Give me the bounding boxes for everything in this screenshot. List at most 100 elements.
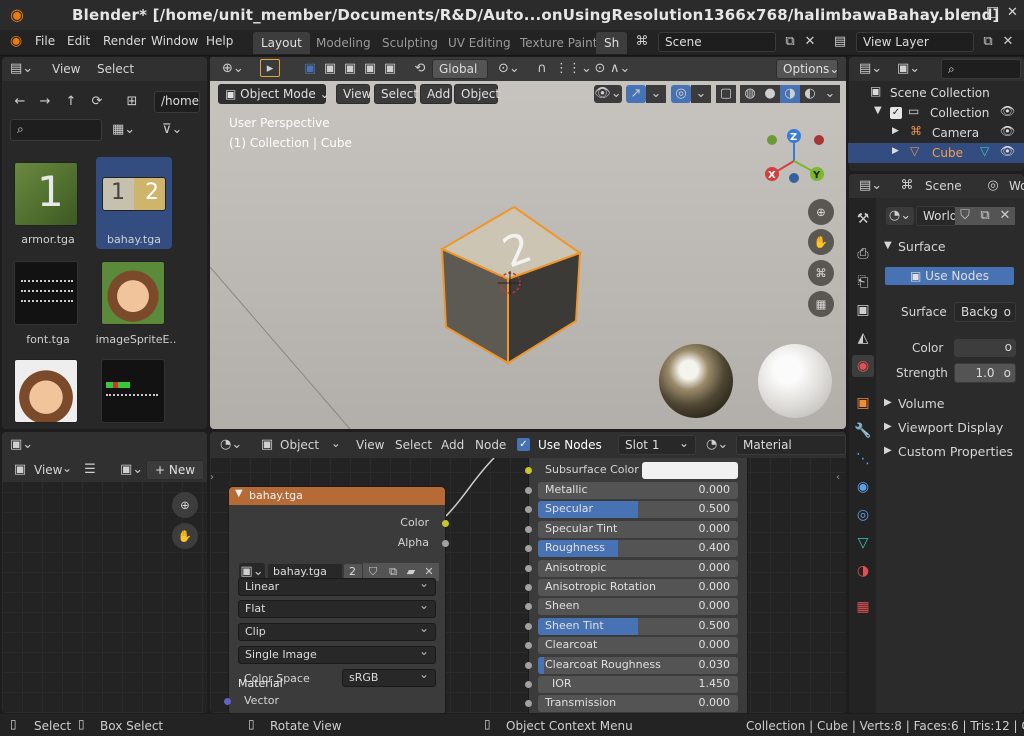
path-field[interactable]: /home/ xyxy=(154,91,200,113)
menu-render[interactable]: Render xyxy=(103,34,146,48)
new-scene-icon[interactable]: ⧉ xyxy=(780,33,800,51)
gizmo-dropdown-icon[interactable]: ⌄ xyxy=(646,85,666,103)
viewport-menu-select[interactable]: Select xyxy=(374,84,418,104)
transform-orientation-dropdown[interactable]: Global xyxy=(432,59,488,79)
bsdf-property-row[interactable]: Sheen Tint 0.500 xyxy=(538,617,738,635)
shading-wireframe-icon[interactable]: ◍ xyxy=(740,85,760,103)
node-menu-node[interactable]: Node xyxy=(475,438,506,452)
collapse-toolbar-icon[interactable]: › xyxy=(210,472,214,483)
input-socket[interactable] xyxy=(525,622,532,630)
texture-tab-icon[interactable]: ▦ xyxy=(852,596,874,618)
slot-dropdown[interactable]: Slot 1 ⌄ xyxy=(618,435,696,455)
minimize-button[interactable]: − xyxy=(964,5,976,21)
viewport-menu-object[interactable]: Object xyxy=(454,84,500,104)
input-socket[interactable] xyxy=(525,661,532,669)
shading-material-icon[interactable]: ◑ xyxy=(780,85,800,103)
new-folder-icon[interactable]: ⊞ xyxy=(122,93,142,111)
node-menu-add[interactable]: Add xyxy=(441,438,464,452)
view-layer-field[interactable]: View Layer xyxy=(856,32,974,52)
viewport-menu-view[interactable]: View xyxy=(336,84,371,104)
scene-icon[interactable]: ⌘ xyxy=(632,33,652,51)
chevron-right-icon[interactable]: ▶ xyxy=(884,445,892,456)
tab-uv-editing[interactable]: UV Editing xyxy=(440,32,519,54)
subsurface-color-socket[interactable] xyxy=(525,467,532,474)
output-alpha-socket[interactable] xyxy=(442,540,449,547)
view-layer-tab-icon[interactable]: ▣ xyxy=(852,299,874,321)
snap-icon[interactable]: ∩ xyxy=(532,60,552,78)
zoom-icon[interactable]: ⊕ xyxy=(808,199,834,225)
expand-icon[interactable]: ▼ xyxy=(874,105,882,116)
object-data-tab-icon[interactable]: ▽ xyxy=(852,532,874,554)
projection-dropdown[interactable]: Flat xyxy=(238,598,436,618)
volume-panel-header[interactable]: Volume xyxy=(898,396,945,411)
viewport-menu-add[interactable]: Add xyxy=(420,84,452,104)
world-name-field[interactable]: World xyxy=(916,206,956,226)
constraints-tab-icon[interactable]: ◎ xyxy=(852,504,874,526)
select-tool-icon[interactable]: ▸ xyxy=(260,59,280,77)
proportional-edit-icon[interactable]: ⊙ xyxy=(590,60,610,78)
scene-tab-icon[interactable]: ◭ xyxy=(852,327,874,349)
gizmo-toggle-icon[interactable]: ↗ xyxy=(626,85,646,103)
overlay-dropdown-icon[interactable]: ⌄ xyxy=(691,85,711,103)
viewport-display-panel-header[interactable]: Viewport Display xyxy=(898,420,1003,435)
outliner-row-scene-collection[interactable]: ▣ Scene Collection xyxy=(848,83,1024,103)
chevron-down-icon[interactable]: ⌄ xyxy=(62,461,72,475)
input-socket[interactable] xyxy=(525,487,532,494)
extension-dropdown[interactable]: Clip xyxy=(238,621,436,641)
options-button[interactable]: Options⌄ xyxy=(776,59,839,79)
surface-shader-field[interactable]: Backg o xyxy=(954,302,1016,322)
world-tab-icon[interactable]: ◉ xyxy=(852,355,874,377)
eye-icon[interactable]: 👁 xyxy=(1000,104,1015,118)
color-space-dropdown[interactable]: sRGB xyxy=(342,667,436,687)
collapse-sidebar-icon[interactable]: ‹ xyxy=(836,472,840,483)
bsdf-property-row[interactable]: Transmission 0.000 xyxy=(538,695,738,713)
outliner-search-input[interactable]: ⌕ xyxy=(941,59,1021,79)
material-name-field[interactable]: Material xyxy=(736,435,846,455)
chevron-right-icon[interactable]: ▶ xyxy=(884,397,892,408)
view-layer-icon[interactable]: ▤ xyxy=(830,33,850,51)
select-intersect-icon[interactable]: ▣ xyxy=(380,60,400,78)
interpolation-dropdown[interactable]: Linear xyxy=(238,576,436,596)
new-view-layer-icon[interactable]: ⧉ xyxy=(978,33,998,51)
render-tab-icon[interactable]: ⎙ xyxy=(852,243,874,265)
chevron-right-icon[interactable]: ▶ xyxy=(884,421,892,432)
menu-edit[interactable]: Edit xyxy=(67,34,90,48)
list-item[interactable]: imageSpriteE.. xyxy=(94,257,176,349)
use-nodes-button[interactable]: ▣ Use Nodes xyxy=(884,266,1015,286)
material-tab-icon[interactable]: ◑ xyxy=(852,560,874,582)
mode-dropdown[interactable]: ▣ Object Mode ⌄ xyxy=(218,84,330,104)
bsdf-property-row[interactable]: Sheen 0.000 xyxy=(538,598,738,616)
output-tab-icon[interactable]: ⎗ xyxy=(852,271,874,293)
outliner-row-cube[interactable]: ▶ ▽ Cube ▽ 👁 xyxy=(848,143,1024,163)
shader-node-editor[interactable]: ◔⌄ ▣ Object ⌄ View Select Add Node ✓ Use… xyxy=(210,432,846,713)
file-menu-select[interactable]: Select xyxy=(97,62,134,76)
tab-layout[interactable]: Layout xyxy=(253,32,310,54)
visibility-icon[interactable]: 👁⌄ xyxy=(594,85,622,103)
shading-dropdown-icon[interactable]: ⌄ xyxy=(820,85,840,103)
close-button[interactable]: ✕ xyxy=(1007,5,1018,20)
maximize-button[interactable]: □ xyxy=(986,4,999,20)
refresh-icon[interactable]: ⟳ xyxy=(87,93,107,111)
eye-icon[interactable]: 👁 xyxy=(1000,124,1015,138)
bsdf-property-row[interactable]: Roughness 0.400 xyxy=(538,540,738,558)
camera-view-icon[interactable]: ⌘ xyxy=(808,260,834,286)
editor-type-icon[interactable]: ▤⌄ xyxy=(859,177,882,195)
collapse-icon[interactable]: ▼ xyxy=(235,488,243,499)
image-editor[interactable]: ▣⌄ ▣ View ⌄ ☰ ▣⌄ + New ⊕ ✋ xyxy=(2,432,207,713)
select-box-mode-icon[interactable]: ▣ xyxy=(300,60,320,78)
tool-tab-icon[interactable]: ⚒ xyxy=(852,208,874,230)
parent-dir-icon[interactable]: ↑ xyxy=(61,93,81,111)
output-color-socket[interactable] xyxy=(442,520,449,527)
hamburger-menu-icon[interactable]: ☰ xyxy=(80,461,100,479)
tab-texture-paint[interactable]: Texture Paint xyxy=(512,32,605,54)
chevron-down-icon[interactable]: ▼ xyxy=(884,240,892,251)
fake-user-icon[interactable]: ⛉ xyxy=(955,207,975,225)
duplicate-icon[interactable]: ⧉ xyxy=(975,207,995,225)
cube-object[interactable]: 2 xyxy=(438,203,582,367)
delete-view-layer-icon[interactable]: ✕ xyxy=(998,33,1018,51)
forward-icon[interactable]: → xyxy=(35,93,55,111)
bsdf-property-row[interactable]: Specular Tint 0.000 xyxy=(538,520,738,538)
shading-solid-icon[interactable]: ● xyxy=(760,85,780,103)
shader-type-dropdown[interactable]: Object xyxy=(280,438,319,452)
editor-type-icon[interactable]: ▤⌄ xyxy=(859,60,882,78)
